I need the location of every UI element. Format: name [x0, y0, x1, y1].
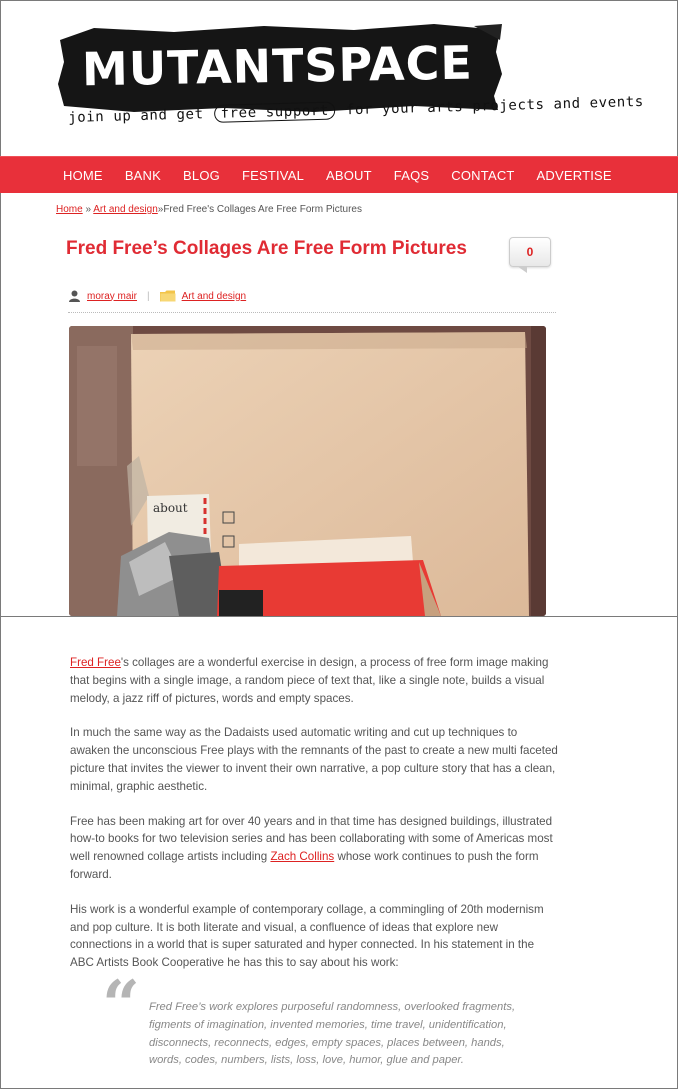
folder-icon [159, 290, 176, 302]
nav-about[interactable]: ABOUT [326, 168, 372, 183]
paragraph: In much the same way as the Dadaists use… [70, 726, 558, 793]
nav-home[interactable]: HOME [63, 168, 103, 183]
blockquote: Fred Free’s work explores purposeful ran… [149, 1001, 516, 1067]
paragraph-text: 's collages are a wonderful exercise in … [70, 656, 549, 705]
meta-separator: | [147, 290, 150, 302]
quote-mark-icon: “ [102, 966, 140, 1044]
zach-collins-link[interactable]: Zach Collins [270, 850, 334, 863]
nav-contact[interactable]: CONTACT [451, 168, 514, 183]
post-category-link[interactable]: Art and design [182, 291, 247, 302]
article-body: Fred Free's collages are a wonderful exe… [70, 654, 560, 989]
paragraph: Fred Free's collages are a wonderful exe… [70, 654, 560, 707]
meta-divider [68, 312, 556, 313]
nav-blog[interactable]: BLOG [183, 168, 220, 183]
comment-count-badge[interactable]: 0 [509, 237, 551, 267]
author-icon [69, 290, 80, 302]
logo-text: MUTANTSPACE [81, 35, 474, 97]
main-nav: HOME BANK BLOG FESTIVAL ABOUT FAQS CONTA… [0, 156, 678, 193]
post-meta: moray mair | Art and design [68, 290, 246, 302]
nav-advertise[interactable]: ADVERTISE [537, 168, 612, 183]
fred-free-link[interactable]: Fred Free [70, 656, 121, 669]
breadcrumb-current: Fred Free's Collages Are Free Form Pictu… [163, 204, 362, 215]
tagline-highlight: free support [214, 101, 336, 123]
nav-bank[interactable]: BANK [125, 168, 161, 183]
collage-word: about [153, 501, 188, 515]
breadcrumb-home[interactable]: Home [56, 204, 83, 215]
screenshot-seam [0, 616, 678, 617]
collage-image: about [69, 326, 546, 616]
paragraph: Free has been making art for over 40 yea… [70, 813, 560, 884]
nav-faqs[interactable]: FAQS [394, 168, 429, 183]
breadcrumb: Home » Art and design»Fred Free's Collag… [56, 204, 362, 215]
post-author-link[interactable]: moray mair [87, 291, 137, 302]
comment-bubble-tail [517, 266, 527, 273]
breadcrumb-category[interactable]: Art and design [93, 204, 158, 215]
paragraph: His work is a wonderful example of conte… [70, 902, 544, 970]
post-title: Fred Free’s Collages Are Free Form Pictu… [66, 238, 467, 259]
nav-festival[interactable]: FESTIVAL [242, 168, 304, 183]
breadcrumb-separator: » [82, 204, 94, 215]
